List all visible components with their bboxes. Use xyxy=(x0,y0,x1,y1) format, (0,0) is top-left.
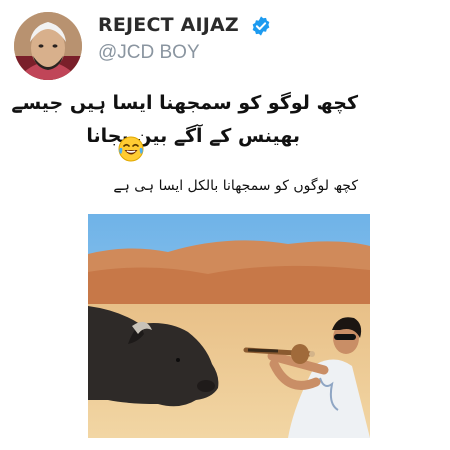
tweet-image[interactable] xyxy=(88,214,370,438)
laughing-tears-emoji-icon xyxy=(118,136,144,162)
avatar[interactable] xyxy=(14,12,82,80)
buffalo-and-snake-charmer-photo xyxy=(88,214,370,438)
avatar-photo xyxy=(14,12,82,80)
image-caption: کچھ لوگوں کو سمجھانا بالکل ایسا ہی ہے xyxy=(113,178,358,194)
verified-badge-icon xyxy=(252,16,270,36)
tweet-text-line-1: کچھ لوگو کو سمجھنا ایسا ہیں جیسے xyxy=(11,92,358,114)
display-name[interactable]: REJECT AIJAZ xyxy=(98,14,239,36)
handle[interactable]: @JCD BOY xyxy=(98,42,200,64)
